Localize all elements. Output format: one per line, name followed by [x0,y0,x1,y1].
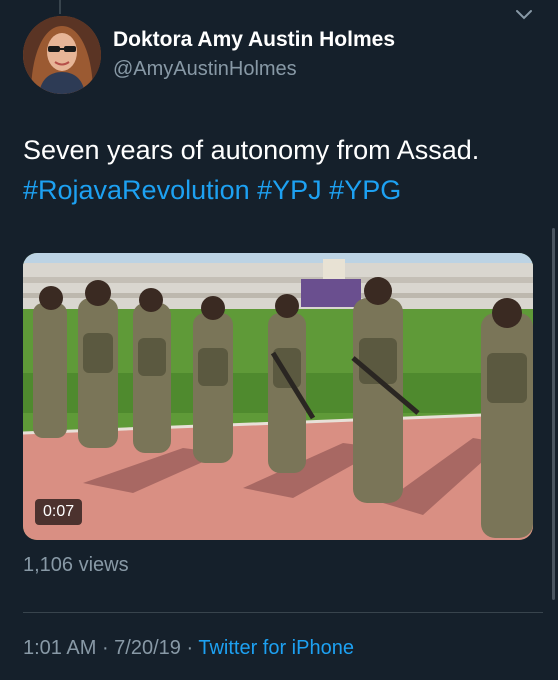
scrollbar[interactable] [552,228,555,600]
tweet-hashtags[interactable]: #RojavaRevolution #YPJ #YPG [23,170,543,210]
separator-dot: · [96,637,115,659]
tweet-body: Seven years of autonomy from Assad. #Roj… [23,130,543,210]
separator-dot: · [180,637,199,659]
video-thumbnail [23,253,533,540]
avatar[interactable] [23,16,101,94]
author-display-name[interactable]: Doktora Amy Austin Holmes [113,28,395,52]
chevron-down-icon[interactable] [514,8,534,22]
view-count: 1,106 views [23,554,129,576]
video-duration-badge: 0:07 [35,499,83,525]
tweet-time[interactable]: 1:01 AM [23,637,96,659]
video-player[interactable]: 0:07 [23,253,533,540]
tweet-source-link[interactable]: Twitter for iPhone [198,637,354,659]
divider [23,612,543,613]
tweet-metadata: 1:01 AM · 7/20/19 · Twitter for iPhone [23,637,354,660]
author-handle[interactable]: @AmyAustinHolmes [113,58,297,81]
thread-connector-line [59,0,61,14]
tweet-text: Seven years of autonomy from Assad. [23,135,480,165]
tweet-date[interactable]: 7/20/19 [114,637,181,659]
